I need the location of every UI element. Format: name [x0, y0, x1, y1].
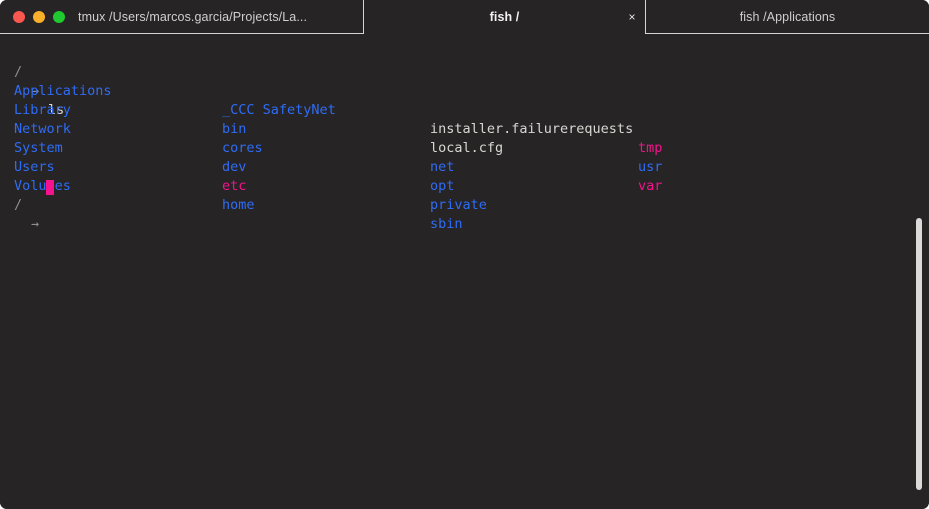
terminal-body[interactable]: / → ls Applications _CCC SafetyNet insta…	[0, 35, 929, 509]
prompt-path: /	[14, 197, 23, 213]
tab-label: tmux /Users/marcos.garcia/Projects/La...	[78, 9, 308, 24]
scrollbar-thumb[interactable]	[916, 218, 922, 490]
tab-label: fish /	[489, 10, 520, 24]
listing-row: Applications _CCC SafetyNet installer.fa…	[0, 63, 929, 156]
listing-row: Volumes home sbin	[0, 158, 929, 232]
entry-sbin[interactable]: sbin	[430, 215, 463, 234]
window-controls	[13, 0, 65, 34]
minimize-window-button[interactable]	[33, 11, 45, 23]
terminal-window: tmux /Users/marcos.garcia/Projects/La...…	[0, 0, 929, 509]
listing-row: Users etc private	[0, 139, 929, 213]
prompt-line-active: / →	[0, 177, 929, 232]
listing-row: System dev opt	[0, 120, 929, 194]
close-window-button[interactable]	[13, 11, 25, 23]
zoom-window-button[interactable]	[53, 11, 65, 23]
listing-row: Network cores net var	[0, 101, 929, 194]
prompt-line-command: / → ls	[0, 44, 929, 118]
tab-label: fish /Applications	[739, 9, 836, 24]
vertical-scrollbar[interactable]	[908, 35, 929, 509]
entry-home[interactable]: home	[222, 196, 255, 215]
text-cursor	[46, 179, 54, 198]
listing-row: Library bin local.cfg usr	[0, 82, 929, 175]
close-tab-icon[interactable]: ×	[625, 10, 639, 24]
tab-fish-root[interactable]: fish /	[364, 0, 645, 34]
tab-bar: tmux /Users/marcos.garcia/Projects/La...…	[0, 0, 929, 35]
entry-private[interactable]: private	[430, 196, 487, 215]
prompt-arrow-icon: →	[31, 216, 40, 232]
tab-fish-applications[interactable]: fish /Applications	[645, 0, 929, 34]
